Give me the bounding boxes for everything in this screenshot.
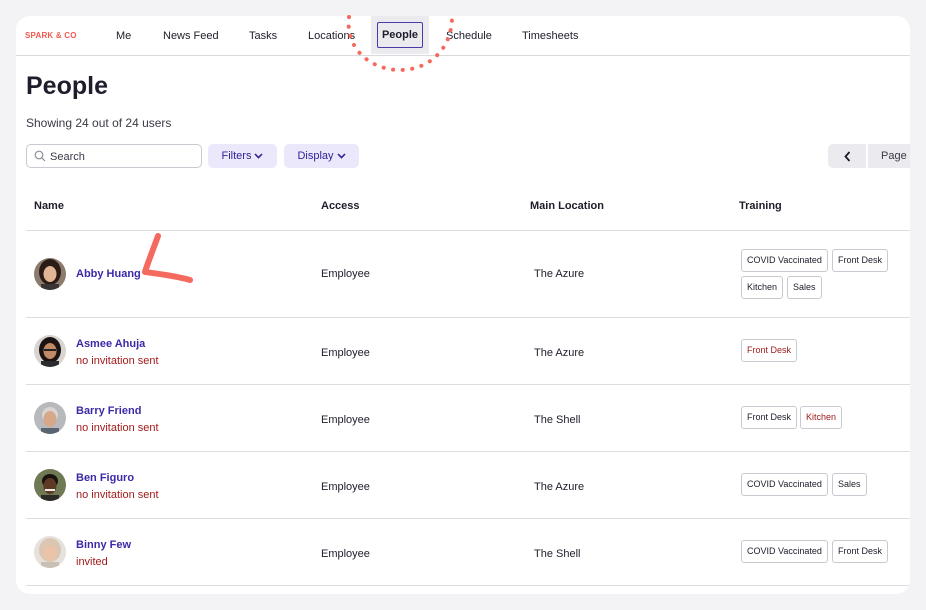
person-name-link[interactable]: Ben Figuro (76, 472, 134, 484)
training-tag: Kitchen (800, 406, 843, 429)
nav-item-locations[interactable]: Locations (308, 30, 355, 42)
training-tag: Front Desk (741, 406, 798, 429)
chevron-left-icon (843, 150, 850, 162)
column-header-name[interactable]: Name (34, 200, 64, 212)
nav-item-tasks[interactable]: Tasks (249, 30, 277, 42)
training-tag: COVID Vaccinated (741, 473, 828, 496)
person-name-link[interactable]: Abby Huang (76, 268, 141, 280)
location-cell: The Shell (534, 548, 581, 560)
avatar (34, 258, 66, 290)
invitation-status: no invitation sent (76, 355, 159, 367)
brand-logo[interactable]: SPARK & CO (25, 31, 77, 40)
filters-label: Filters (221, 150, 252, 162)
training-tag: Sales (832, 473, 867, 496)
training-tag: Front Desk (741, 339, 798, 362)
access-cell: Employee (321, 414, 370, 426)
avatar (34, 536, 66, 568)
training-tag: Front Desk (832, 540, 889, 563)
table-row[interactable]: Asmee Ahuja no invitation sent Employee … (26, 318, 910, 385)
app-window: SPARK & CO Me News Feed Tasks Locations … (16, 16, 910, 594)
person-name-link[interactable]: Asmee Ahuja (76, 338, 145, 350)
page-title: People (26, 72, 108, 100)
previous-page-button[interactable] (828, 144, 866, 168)
table-row[interactable]: Ben Figuro no invitation sent Employee T… (26, 452, 910, 519)
invitation-status: no invitation sent (76, 489, 159, 501)
access-cell: Employee (321, 268, 370, 280)
search-icon (34, 150, 46, 162)
column-header-training[interactable]: Training (739, 200, 782, 212)
display-label: Display (297, 150, 334, 162)
training-tag: COVID Vaccinated (741, 540, 828, 563)
chevron-down-icon (254, 153, 264, 159)
filters-button[interactable]: Filters (208, 144, 277, 168)
invitation-status: no invitation sent (76, 422, 159, 434)
nav-item-schedule[interactable]: Schedule (446, 30, 492, 42)
column-header-main-location[interactable]: Main Location (530, 200, 604, 212)
search-box[interactable] (26, 144, 202, 168)
nav-item-people[interactable]: People (377, 22, 423, 48)
training-tag: Front Desk (832, 249, 889, 272)
location-cell: The Shell (534, 414, 581, 426)
nav-item-me[interactable]: Me (116, 30, 131, 42)
access-cell: Employee (321, 347, 370, 359)
table-row[interactable]: Binny Few invited Employee The Shell COV… (26, 519, 910, 586)
search-input[interactable] (50, 148, 198, 165)
column-header-access[interactable]: Access (321, 200, 360, 212)
invitation-status: invited (76, 556, 108, 568)
person-name-link[interactable]: Barry Friend (76, 405, 141, 417)
nav-item-news-feed[interactable]: News Feed (163, 30, 219, 42)
nav-item-timesheets[interactable]: Timesheets (522, 30, 578, 42)
access-cell: Employee (321, 481, 370, 493)
user-count-text: Showing 24 out of 24 users (26, 116, 172, 130)
location-cell: The Azure (534, 347, 585, 359)
training-tag: Kitchen (741, 276, 784, 299)
chevron-down-icon (336, 153, 346, 159)
table-row[interactable]: Abby Huang Employee The Azure COVID Vacc… (26, 231, 910, 318)
display-button[interactable]: Display (284, 144, 359, 168)
location-cell: The Azure (534, 268, 585, 280)
avatar (34, 402, 66, 434)
top-nav: SPARK & CO Me News Feed Tasks Locations … (16, 16, 910, 56)
table-row[interactable]: Barry Friend no invitation sent Employee… (26, 385, 910, 452)
avatar (34, 469, 66, 501)
person-name-link[interactable]: Binny Few (76, 539, 131, 551)
page-selector[interactable]: Page (868, 144, 910, 168)
training-tag: COVID Vaccinated (741, 249, 828, 272)
training-tag: Sales (787, 276, 822, 299)
access-cell: Employee (321, 548, 370, 560)
location-cell: The Azure (534, 481, 585, 493)
avatar (34, 335, 66, 367)
